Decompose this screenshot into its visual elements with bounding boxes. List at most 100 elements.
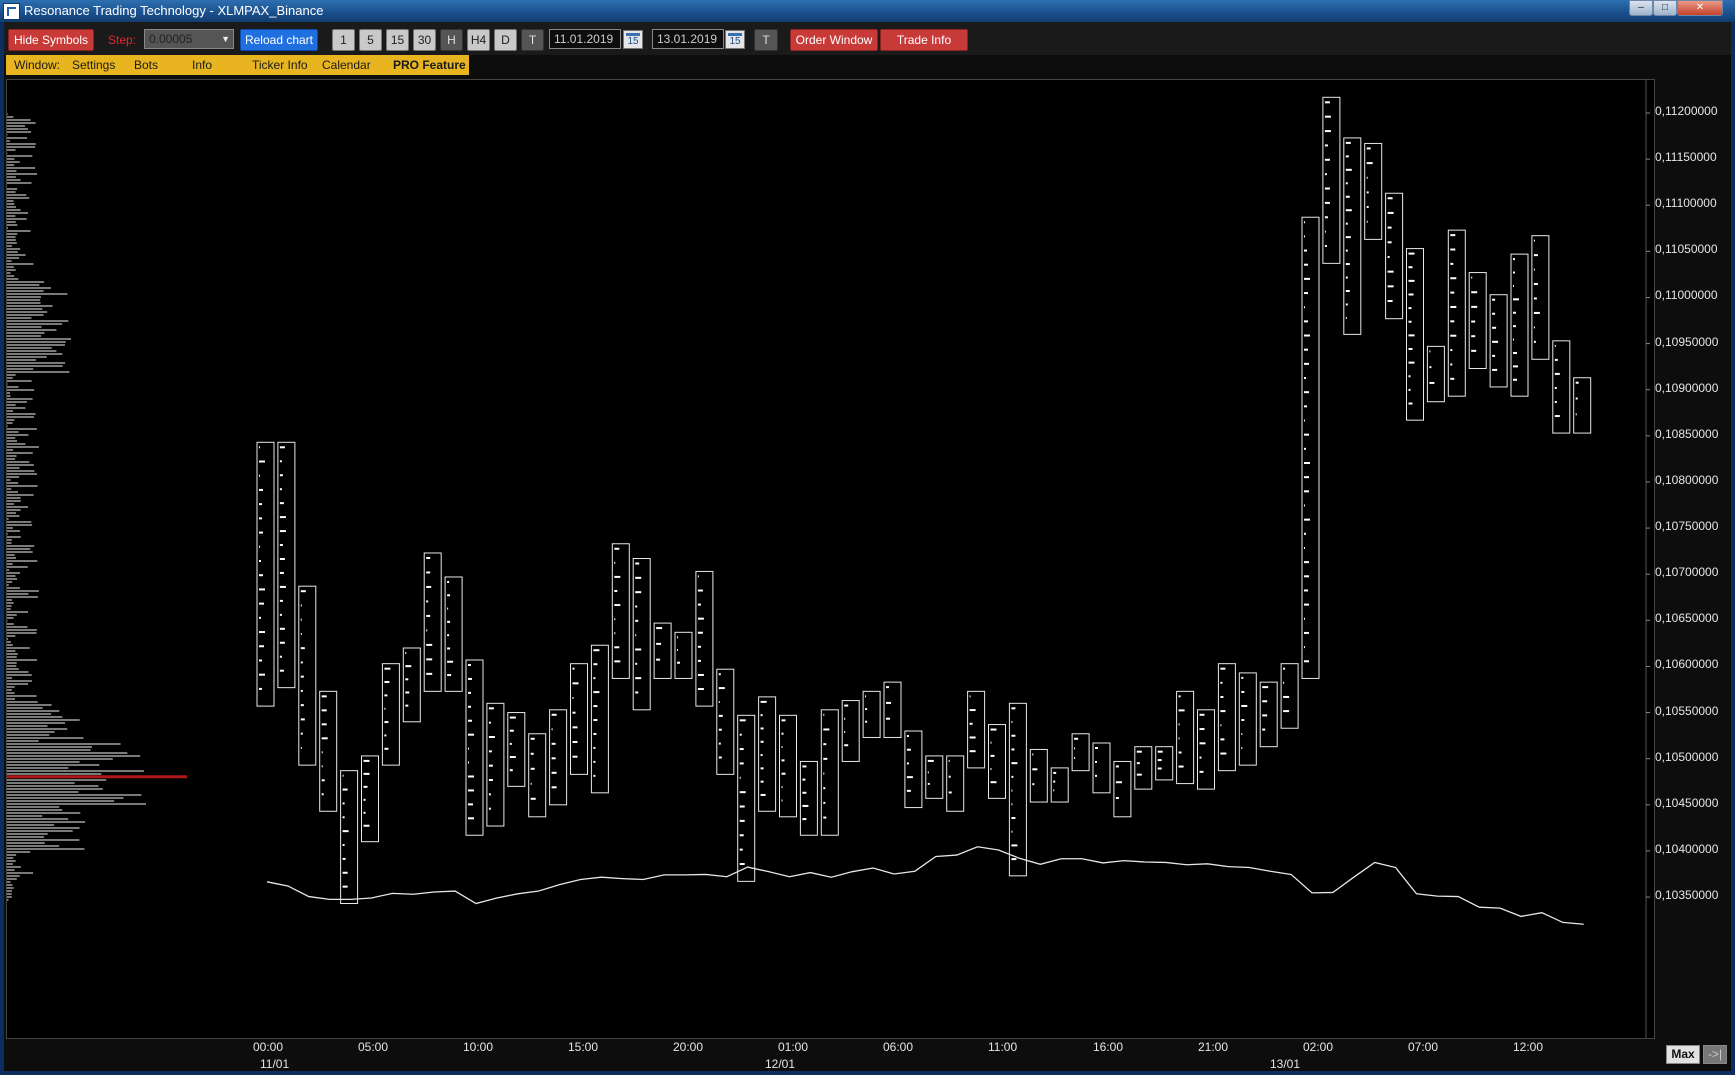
maximize-button[interactable]: □ — [1653, 0, 1677, 16]
price-chart[interactable] — [6, 79, 1655, 1039]
footprint-tick — [906, 762, 909, 765]
volume-profile-bar — [7, 308, 43, 310]
footprint-tick — [447, 647, 451, 650]
footprint-tick — [1533, 297, 1537, 300]
menu-ticker-info[interactable]: Ticker Info — [252, 55, 308, 75]
footprint-tick — [1533, 340, 1536, 343]
footprint-tick — [1408, 334, 1415, 337]
date-to-field[interactable]: 13.01.2019 — [652, 29, 724, 49]
volume-profile-bar — [7, 368, 34, 370]
volume-profile-bar — [7, 734, 50, 736]
footprint-tick — [1011, 707, 1016, 710]
timeframe-1-button[interactable]: 1 — [332, 29, 355, 51]
date-from-field[interactable]: 11.01.2019 — [549, 29, 621, 49]
calendar-to-icon[interactable]: 15 — [725, 30, 745, 49]
volume-profile-bar — [7, 899, 9, 901]
footprint-tick — [384, 667, 391, 670]
t-button[interactable]: T — [754, 29, 778, 51]
menu-settings[interactable]: Settings — [72, 55, 115, 75]
volume-profile-bar — [7, 725, 48, 727]
volume-profile-bar — [7, 131, 32, 133]
footprint-tick — [1262, 700, 1268, 703]
close-button[interactable]: ✕ — [1677, 0, 1723, 16]
footprint-tick — [342, 788, 348, 791]
volume-profile-bar — [7, 488, 12, 490]
volume-profile-bar — [7, 779, 107, 781]
footprint-tick — [1324, 173, 1327, 176]
footprint-tick — [844, 717, 846, 720]
footprint-tick — [635, 591, 642, 594]
footprint-tick — [259, 588, 265, 591]
footprint-tick — [1304, 575, 1309, 578]
price-tick-label: 0,10700000 — [1655, 565, 1719, 580]
volume-profile-bar — [7, 362, 66, 364]
volume-profile-bar — [7, 449, 14, 451]
volume-profile-bar — [7, 359, 36, 361]
hide-symbols-button[interactable]: Hide Symbols — [8, 29, 94, 51]
footprint-tick — [426, 571, 431, 574]
menu-pro-feature[interactable]: PRO Feature — [393, 55, 466, 75]
footprint-tick — [1032, 753, 1034, 756]
footprint-tick — [614, 604, 621, 607]
volume-profile-bar — [7, 197, 30, 199]
footprint-tick — [342, 774, 344, 777]
footprint-tick — [906, 748, 911, 751]
volume-profile-bar — [7, 440, 18, 442]
footprint-tick — [259, 531, 263, 534]
footprint-tick — [593, 746, 596, 749]
step-select[interactable]: 0.00005 ▼ — [144, 29, 234, 49]
trade-info-button[interactable]: Trade Info — [880, 29, 968, 51]
menu-bots[interactable]: Bots — [134, 55, 158, 75]
timeframe-5-button[interactable]: 5 — [359, 29, 382, 51]
footprint-tick — [468, 761, 469, 764]
calendar-from-icon[interactable]: 15 — [623, 30, 643, 49]
price-tick-label: 0,11000000 — [1655, 288, 1718, 303]
footprint-tick — [1115, 797, 1119, 800]
volume-profile-bar — [7, 254, 26, 256]
volume-profile-bar — [7, 830, 73, 832]
footprint-tick — [844, 704, 849, 707]
volume-profile-bar — [7, 122, 36, 124]
timeframe-h-button[interactable]: H — [440, 29, 463, 51]
volume-profile-bar — [7, 863, 13, 865]
footprint-tick — [906, 789, 911, 792]
timeframe-t-button[interactable]: T — [521, 29, 544, 51]
footprint-tick — [426, 629, 428, 632]
footprint-tick — [1554, 372, 1560, 375]
footprint-tick — [1011, 858, 1017, 861]
footprint-tick — [948, 791, 952, 794]
volume-profile-bar — [7, 491, 18, 493]
footprint-tick — [363, 772, 370, 775]
footprint-tick — [384, 734, 387, 737]
footprint-tick — [1199, 728, 1205, 731]
order-window-button[interactable]: Order Window — [790, 29, 878, 51]
footprint-tick — [426, 556, 431, 559]
footprint-tick — [656, 627, 663, 630]
footprint-tick — [1450, 334, 1457, 337]
reload-chart-button[interactable]: Reload chart — [240, 29, 318, 51]
volume-profile-bar — [7, 821, 86, 823]
footprint-tick — [593, 760, 596, 763]
volume-profile-bar — [7, 854, 17, 856]
volume-profile-bar — [7, 716, 63, 718]
footprint-tick — [1011, 803, 1013, 806]
timeframe-h4-button[interactable]: H4 — [467, 29, 490, 51]
footprint-tick — [1053, 780, 1056, 783]
max-button[interactable]: Max — [1666, 1045, 1700, 1064]
timeframe-30-button[interactable]: 30 — [413, 29, 436, 51]
chart-canvas[interactable] — [7, 80, 1656, 1040]
footprint-tick — [405, 665, 412, 668]
minimize-button[interactable]: – — [1629, 0, 1653, 16]
footprint-tick — [342, 816, 345, 819]
timeframe-d-button[interactable]: D — [494, 29, 517, 51]
footprint-tick — [279, 571, 284, 574]
footprint-tick — [551, 713, 557, 716]
footprint-tick — [1387, 285, 1394, 288]
menu-calendar[interactable]: Calendar — [322, 55, 371, 75]
volume-profile-bar — [7, 296, 41, 298]
scroll-end-button[interactable]: ->| — [1703, 1045, 1727, 1064]
toolbar: Hide Symbols Step: 0.00005 ▼ Reload char… — [4, 22, 1731, 55]
volume-profile-bar — [7, 392, 11, 394]
menu-info[interactable]: Info — [192, 55, 212, 75]
timeframe-15-button[interactable]: 15 — [386, 29, 409, 51]
